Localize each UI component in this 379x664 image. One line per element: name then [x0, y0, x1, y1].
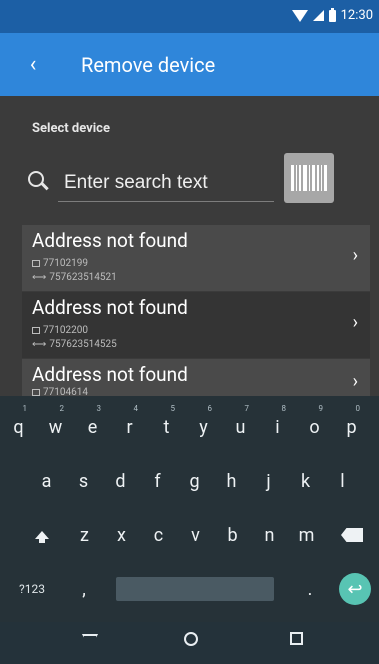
key-h[interactable]: h [213, 458, 250, 504]
app-bar: ‹ Remove device [0, 33, 379, 96]
key-b[interactable]: b [214, 512, 251, 558]
key-f[interactable]: f [139, 458, 176, 504]
keyboard-row-2: a s d f g h j k l [0, 458, 379, 504]
screen: 12:30 ‹ Remove device Select device Addr… [0, 0, 379, 664]
key-u[interactable]: 7u [222, 404, 259, 450]
keyboard-row-3: z x c v b n m [0, 512, 379, 558]
device-title: Address not found [32, 363, 188, 386]
device-id-line: 77102199 [32, 258, 88, 269]
back-button[interactable]: ‹ [18, 49, 48, 79]
space-bar[interactable] [116, 577, 274, 601]
key-t[interactable]: 5t [148, 404, 185, 450]
period-key[interactable]: . [290, 566, 330, 612]
comma-key[interactable]: , [64, 566, 104, 612]
keyboard-row-4: ?123 , . ↩ [0, 566, 379, 612]
scan-barcode-button[interactable] [284, 153, 334, 203]
key-o[interactable]: 9o [296, 404, 333, 450]
device-title: Address not found [32, 296, 188, 319]
device-id: 77102200 [43, 325, 88, 336]
signal-icon [312, 10, 324, 21]
link-icon: ⟷ [32, 339, 47, 350]
key-j[interactable]: j [250, 458, 287, 504]
backspace-icon [341, 528, 363, 542]
key-z[interactable]: z [66, 512, 103, 558]
chevron-right-icon: › [352, 371, 358, 392]
shift-icon [35, 531, 49, 543]
back-arrow-icon: ‹ [29, 51, 37, 77]
chevron-right-icon: › [352, 312, 358, 333]
device-list-item[interactable]: Address not found 77104614 › [22, 359, 370, 398]
key-a[interactable]: a [28, 458, 65, 504]
key-p[interactable]: 0p [333, 404, 370, 450]
key-d[interactable]: d [102, 458, 139, 504]
search-input[interactable] [58, 164, 274, 202]
device-title: Address not found [32, 229, 188, 252]
chevron-right-icon: › [352, 245, 358, 266]
search-icon [28, 171, 44, 187]
nav-back-icon[interactable] [82, 634, 98, 648]
key-n[interactable]: n [251, 512, 288, 558]
box-icon [32, 389, 40, 396]
enter-key[interactable]: ↩ [339, 573, 371, 605]
key-s[interactable]: s [65, 458, 102, 504]
symbols-key[interactable]: ?123 [10, 566, 54, 612]
enter-icon: ↩ [347, 578, 363, 600]
key-r[interactable]: 4r [111, 404, 148, 450]
shift-key[interactable] [20, 512, 64, 558]
barcode-icon [291, 165, 327, 191]
device-serial: 757623514521 [49, 272, 117, 283]
key-x[interactable]: x [103, 512, 140, 558]
nav-home-icon[interactable] [184, 632, 198, 646]
device-list-item[interactable]: Address not found 77102199 ⟷ 75762351452… [22, 225, 370, 291]
device-serial-line: ⟷ 757623514525 [32, 339, 117, 350]
device-id: 77102199 [43, 258, 88, 269]
key-k[interactable]: k [287, 458, 324, 504]
key-g[interactable]: g [176, 458, 213, 504]
status-time: 12:30 [340, 8, 373, 23]
box-icon [32, 260, 40, 267]
key-i[interactable]: 8i [259, 404, 296, 450]
key-c[interactable]: c [140, 512, 177, 558]
device-serial-line: ⟷ 757623514521 [32, 272, 117, 283]
section-label: Select device [32, 121, 110, 136]
box-icon [32, 327, 40, 334]
status-bar: 12:30 [0, 0, 379, 33]
device-list-item[interactable]: Address not found 77102200 ⟷ 75762351452… [22, 292, 370, 358]
key-e[interactable]: 3e [74, 404, 111, 450]
main-content: Select device Address not found 77102199… [0, 96, 379, 398]
soft-keyboard: 1q 2w 3e 4r 5t 6y 7u 8i 9o 0p a s d f g … [0, 396, 379, 622]
key-v[interactable]: v [177, 512, 214, 558]
link-icon: ⟷ [32, 272, 47, 283]
key-y[interactable]: 6y [185, 404, 222, 450]
wifi-icon [291, 9, 308, 22]
status-icons: 12:30 [291, 7, 373, 23]
keyboard-row-1: 1q 2w 3e 4r 5t 6y 7u 8i 9o 0p [0, 404, 379, 450]
key-m[interactable]: m [288, 512, 325, 558]
key-q[interactable]: 1q [0, 404, 37, 450]
system-nav-bar [0, 622, 379, 664]
page-title: Remove device [81, 53, 216, 77]
device-id-line: 77102200 [32, 325, 88, 336]
device-serial: 757623514525 [49, 339, 117, 350]
battery-icon [328, 7, 336, 22]
key-w[interactable]: 2w [37, 404, 74, 450]
backspace-key[interactable] [330, 512, 374, 558]
nav-recents-icon[interactable] [290, 632, 303, 645]
key-l[interactable]: l [324, 458, 361, 504]
